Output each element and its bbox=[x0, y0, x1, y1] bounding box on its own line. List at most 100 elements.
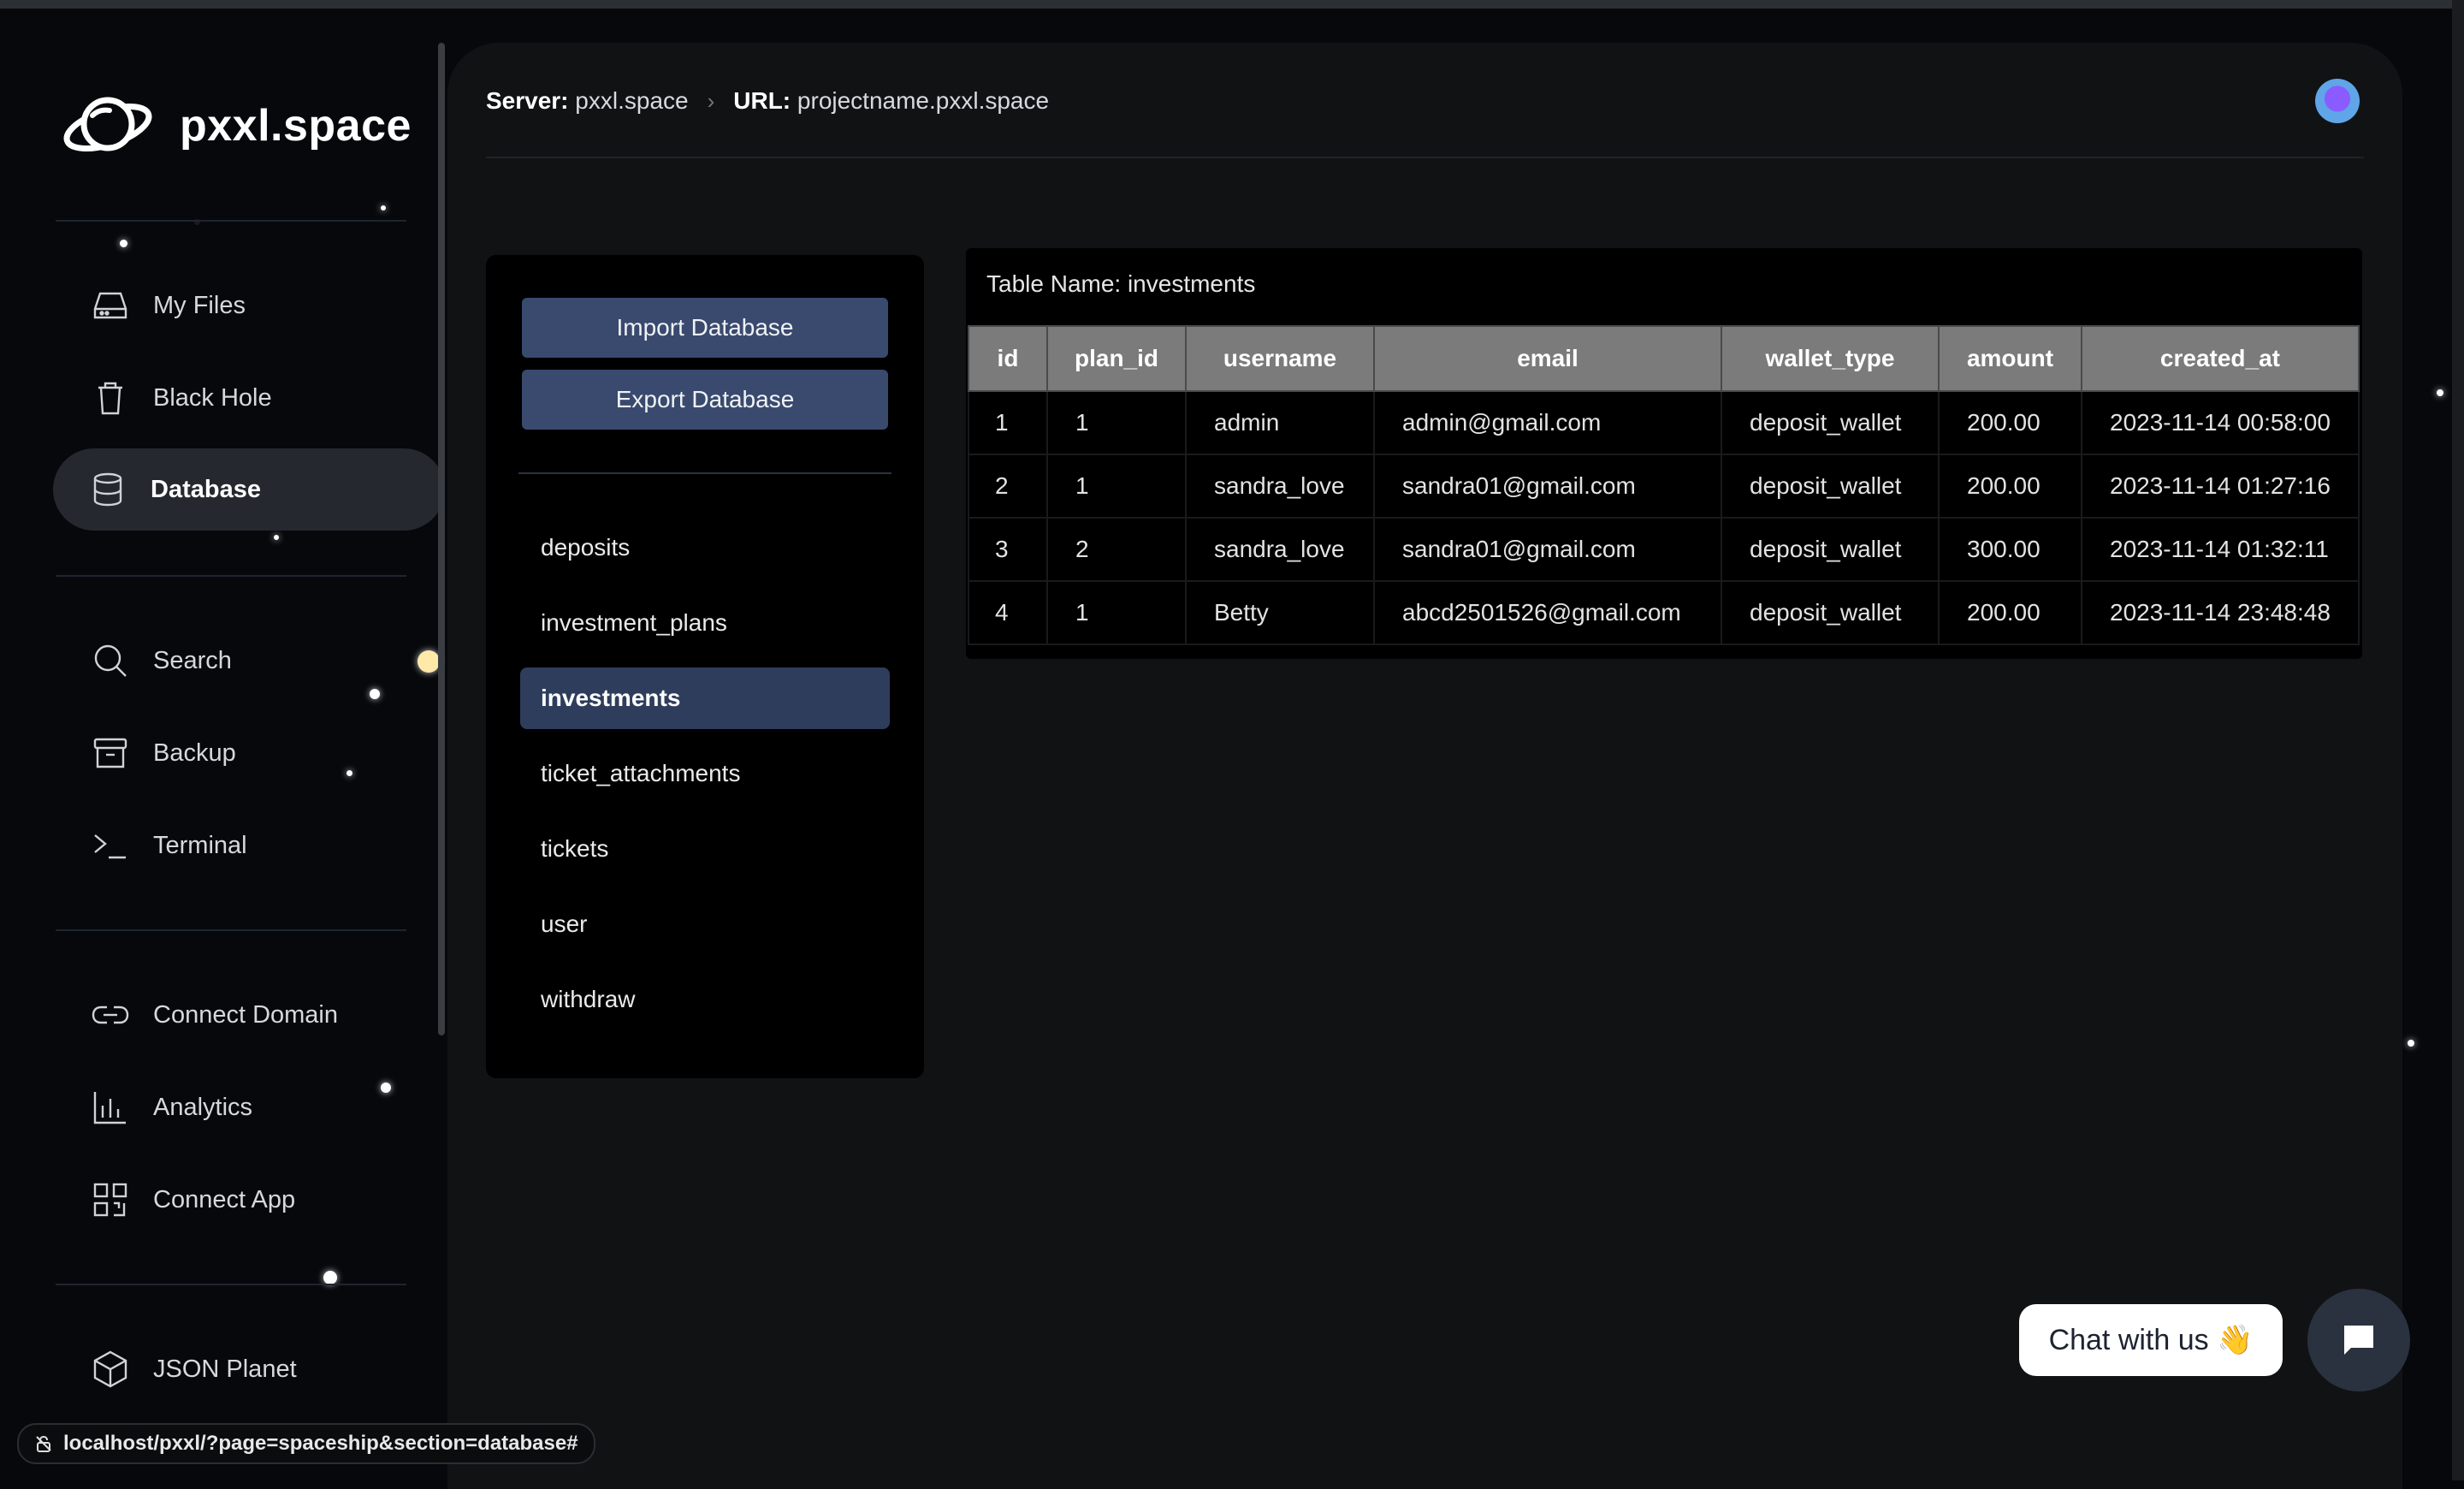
app-logo[interactable]: pxxl.space bbox=[60, 90, 412, 162]
link-icon bbox=[92, 1006, 129, 1024]
table-cell: 1 bbox=[1046, 454, 1187, 519]
app-name: pxxl.space bbox=[180, 101, 412, 151]
table-cell: 4 bbox=[968, 580, 1048, 645]
import-database-button[interactable]: Import Database bbox=[522, 298, 888, 358]
table-cell: 200.00 bbox=[1938, 454, 2082, 519]
url-label: URL: bbox=[733, 87, 791, 114]
user-avatar[interactable] bbox=[2315, 79, 2360, 123]
sidebar-item-my-files[interactable]: My Files bbox=[56, 264, 415, 347]
sidebar-item-terminal[interactable]: Terminal bbox=[56, 804, 415, 887]
column-header[interactable]: plan_id bbox=[1046, 325, 1187, 392]
table-cell: sandra01@gmail.com bbox=[1373, 517, 1722, 582]
column-header[interactable]: username bbox=[1185, 325, 1375, 392]
table-cell: 200.00 bbox=[1938, 390, 2082, 455]
table-row[interactable]: 4 1 Betty abcd2501526@gmail.com deposit_… bbox=[968, 580, 2360, 645]
star bbox=[2408, 1040, 2414, 1047]
server-label: Server: bbox=[486, 87, 569, 114]
table-cell: 1 bbox=[1046, 390, 1187, 455]
database-panel: Import Database Export Database deposits… bbox=[486, 255, 924, 1078]
sidebar-item-search[interactable]: Search bbox=[56, 620, 415, 702]
sidebar-item-label: Backup bbox=[153, 739, 236, 767]
sidebar-item-label: Black Hole bbox=[153, 383, 272, 412]
table-cell: 1 bbox=[968, 390, 1048, 455]
sidebar-divider bbox=[56, 929, 406, 931]
chat-icon bbox=[2344, 1326, 2373, 1355]
column-header[interactable]: wallet_type bbox=[1721, 325, 1940, 392]
table-cell: deposit_wallet bbox=[1721, 517, 1940, 582]
table-cell: abcd2501526@gmail.com bbox=[1373, 580, 1722, 645]
sidebar-item-connect-domain[interactable]: Connect Domain bbox=[56, 974, 415, 1056]
header-divider bbox=[486, 157, 2364, 158]
bar-chart-icon bbox=[93, 1092, 126, 1124]
database-icon bbox=[93, 472, 122, 507]
table-cell: 2023-11-14 00:58:00 bbox=[2081, 390, 2360, 455]
qr-code-icon bbox=[93, 1183, 127, 1217]
table-cell: deposit_wallet bbox=[1721, 454, 1940, 519]
sidebar-item-analytics[interactable]: Analytics bbox=[56, 1066, 415, 1148]
table-cell: 2023-11-14 01:27:16 bbox=[2081, 454, 2360, 519]
table-view-panel: Table Name: investments id plan_id usern… bbox=[966, 248, 2362, 659]
status-link-url: localhost/pxxl/?page=spaceship&section=d… bbox=[17, 1423, 595, 1464]
sidebar-item-label: My Files bbox=[153, 291, 246, 319]
sidebar-item-label: Search bbox=[153, 646, 232, 674]
table-list-item[interactable]: withdraw bbox=[520, 969, 890, 1030]
sidebar-item-connect-app[interactable]: Connect App bbox=[56, 1159, 415, 1241]
table-list-item[interactable]: ticket_attachments bbox=[520, 743, 890, 804]
chat-launcher-button[interactable] bbox=[2307, 1289, 2410, 1391]
table-cell: 200.00 bbox=[1938, 580, 2082, 645]
data-table: id plan_id username email wallet_type am… bbox=[968, 325, 2360, 645]
chat-label: Chat with us 👋 bbox=[2048, 1324, 2254, 1356]
main-content: Server: pxxl.space › URL: projectname.px… bbox=[447, 43, 2402, 1489]
table-cell: deposit_wallet bbox=[1721, 390, 1940, 455]
star bbox=[2437, 389, 2443, 396]
chevron-right-icon: › bbox=[707, 87, 715, 114]
sidebar-divider bbox=[56, 220, 406, 222]
column-header[interactable]: amount bbox=[1938, 325, 2082, 392]
export-database-button[interactable]: Export Database bbox=[522, 370, 888, 430]
table-row[interactable]: 2 1 sandra_love sandra01@gmail.com depos… bbox=[968, 454, 2360, 519]
table-row[interactable]: 1 1 admin admin@gmail.com deposit_wallet… bbox=[968, 390, 2360, 455]
sidebar-item-label: Analytics bbox=[153, 1093, 253, 1121]
url-value: projectname.pxxl.space bbox=[797, 87, 1050, 114]
server-value: pxxl.space bbox=[575, 87, 689, 114]
table-cell: 1 bbox=[1046, 580, 1187, 645]
sidebar-item-black-hole[interactable]: Black Hole bbox=[56, 357, 415, 439]
trash-icon bbox=[98, 382, 122, 415]
chat-with-us-bubble[interactable]: Chat with us 👋 bbox=[2019, 1304, 2283, 1376]
url-info: URL: projectname.pxxl.space bbox=[733, 87, 1049, 115]
column-header[interactable]: id bbox=[968, 325, 1048, 392]
table-header-row: id plan_id username email wallet_type am… bbox=[968, 325, 2360, 392]
column-header[interactable]: email bbox=[1373, 325, 1722, 392]
cube-icon bbox=[93, 1350, 127, 1388]
sidebar-item-backup[interactable]: Backup bbox=[56, 712, 415, 794]
table-cell: 2 bbox=[1046, 517, 1187, 582]
archive-icon bbox=[93, 738, 127, 768]
panel-divider bbox=[518, 472, 891, 474]
sidebar-item-label: Database bbox=[151, 475, 261, 503]
table-cell: 2023-11-14 01:32:11 bbox=[2081, 517, 2360, 582]
lock-slash-icon bbox=[36, 1435, 51, 1452]
table-list-item[interactable]: investment_plans bbox=[520, 592, 890, 654]
window-scrollbar[interactable] bbox=[2452, 0, 2464, 1480]
table-list-item[interactable]: tickets bbox=[520, 818, 890, 880]
table-cell: 300.00 bbox=[1938, 517, 2082, 582]
table-list-item[interactable]: user bbox=[520, 893, 890, 955]
table-name-title: Table Name: investments bbox=[986, 270, 1256, 297]
sidebar-item-database[interactable]: Database bbox=[53, 448, 445, 531]
table-cell: Betty bbox=[1185, 580, 1375, 645]
sidebar-item-json-planet[interactable]: JSON Planet bbox=[56, 1328, 415, 1410]
table-list-item-active[interactable]: investments bbox=[520, 667, 890, 729]
sidebar-scrollbar[interactable] bbox=[438, 43, 445, 1035]
sidebar-item-label: Terminal bbox=[153, 831, 247, 859]
table-cell: 2 bbox=[968, 454, 1048, 519]
terminal-icon bbox=[94, 834, 126, 859]
table-cell: 2023-11-14 23:48:48 bbox=[2081, 580, 2360, 645]
sidebar-item-label: Connect App bbox=[153, 1185, 296, 1213]
status-url-text: localhost/pxxl/?page=spaceship&section=d… bbox=[63, 1432, 578, 1455]
column-header[interactable]: created_at bbox=[2081, 325, 2360, 392]
table-cell: deposit_wallet bbox=[1721, 580, 1940, 645]
table-list-item[interactable]: deposits bbox=[520, 517, 890, 578]
table-cell: admin bbox=[1185, 390, 1375, 455]
table-row[interactable]: 3 2 sandra_love sandra01@gmail.com depos… bbox=[968, 517, 2360, 582]
table-cell: 3 bbox=[968, 517, 1048, 582]
